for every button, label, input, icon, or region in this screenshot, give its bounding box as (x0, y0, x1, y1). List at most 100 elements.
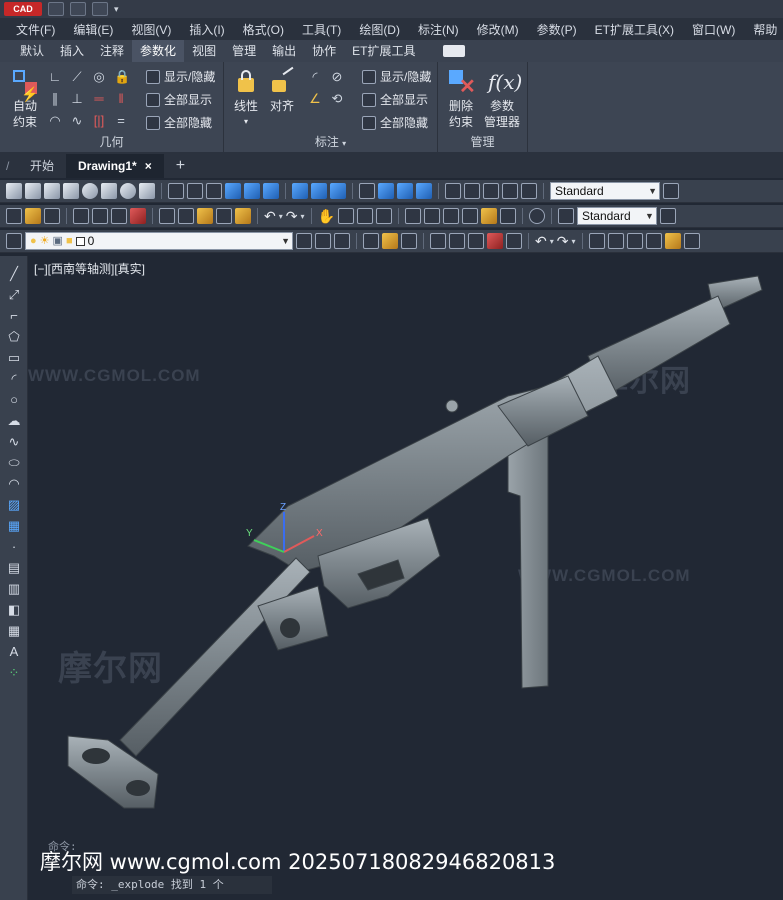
pyramid-icon[interactable] (139, 183, 155, 199)
revision-cloud-icon[interactable]: ☁ (6, 413, 22, 429)
auto-constrain-button[interactable]: ⚡ 自动 约束 (6, 68, 44, 130)
pan-hand-icon[interactable]: ✋ (318, 208, 335, 225)
polar-array-icon[interactable] (206, 183, 222, 199)
menu-help[interactable]: 帮助 (753, 21, 777, 38)
arc-icon[interactable]: ◜ (6, 371, 22, 387)
cocking-handle[interactable] (445, 399, 459, 413)
dimension-panel-title[interactable]: 标注 ▾ (224, 133, 437, 150)
layer-select[interactable]: ● ☀ ▣ ■ 0 ▼ (25, 232, 293, 250)
add-selected-icon[interactable]: ⁘ (6, 665, 22, 681)
open-folder-icon-2[interactable] (382, 233, 398, 249)
polyline-icon[interactable]: ⌐ (6, 308, 22, 324)
paste-icon[interactable] (197, 208, 213, 224)
trim-curve-icon[interactable] (483, 183, 499, 199)
menu-parametric[interactable]: 参数(P) (537, 21, 577, 38)
markup-icon-2[interactable] (664, 233, 681, 249)
tab-parametric[interactable]: 参数化 (132, 40, 185, 62)
print-preview-icon-2[interactable] (449, 233, 465, 249)
tab-view[interactable]: 视图 (184, 40, 224, 62)
spline-icon[interactable]: ∿ (6, 434, 22, 450)
publish-icon[interactable] (111, 208, 127, 224)
point-icon[interactable]: · (6, 539, 22, 555)
construction-line-icon[interactable]: ⤢ (6, 287, 22, 303)
concentric-constraint-icon[interactable]: ◎ (92, 70, 106, 84)
zoom-realtime-icon[interactable] (337, 208, 354, 224)
equal-constraint-icon[interactable]: = (114, 114, 128, 128)
line-icon[interactable]: ╱ (6, 266, 22, 282)
dimension-show-all-button[interactable]: 全部显示 (362, 91, 428, 108)
linear-dimension-button[interactable]: 线性 ▾ (230, 68, 262, 130)
redo-icon-2[interactable]: ↷ (557, 233, 569, 250)
text-style-icon[interactable] (557, 208, 574, 224)
cone-icon[interactable] (63, 183, 79, 199)
layer-previous-icon[interactable] (315, 233, 331, 249)
sphere-icon[interactable] (82, 183, 98, 199)
design-center-icon-2[interactable] (607, 233, 624, 249)
circle-icon[interactable]: ○ (6, 392, 22, 408)
print-preview-icon[interactable] (92, 208, 108, 224)
menu-dimension[interactable]: 标注(N) (418, 21, 459, 38)
app-logo[interactable]: CAD (4, 2, 42, 16)
coincident-constraint-icon[interactable]: ∟ (48, 70, 62, 84)
dimension-panel-expand-icon[interactable]: ▾ (342, 139, 346, 148)
multiline-text-icon[interactable]: A (6, 644, 22, 660)
new-file-icon-2[interactable] (363, 233, 379, 249)
geometry-hide-all-button[interactable]: 全部隐藏 (146, 114, 212, 131)
collinear-constraint-icon[interactable]: ⟋ (70, 70, 84, 84)
match-properties-icon-2[interactable] (506, 233, 522, 249)
calculator-icon-2[interactable] (683, 233, 700, 249)
dimension-show-hide-button[interactable]: 显示/隐藏 (362, 68, 431, 85)
tab-default[interactable]: 默认 (12, 40, 52, 62)
tab-collaborate[interactable]: 协作 (304, 40, 344, 62)
sheet-set-icon[interactable] (461, 208, 478, 224)
layer-manager-icon[interactable] (6, 233, 22, 249)
undo-dropdown-icon[interactable]: ▾ (279, 212, 283, 221)
make-object-layer-current-icon[interactable] (296, 233, 312, 249)
extrude-icon[interactable] (225, 183, 241, 199)
radius-dimension-icon[interactable]: ◜ (308, 70, 322, 84)
publish-icon-2[interactable] (468, 233, 484, 249)
cylinder-icon[interactable] (25, 183, 41, 199)
3d-move-icon[interactable] (378, 183, 394, 199)
sweep-icon[interactable] (263, 183, 279, 199)
redo-dropdown-icon[interactable]: ▾ (300, 212, 304, 221)
help-icon[interactable] (528, 208, 545, 224)
menu-insert[interactable]: 插入(I) (189, 21, 224, 38)
tab-annotate[interactable]: 注释 (92, 40, 132, 62)
close-icon[interactable]: × (145, 154, 152, 178)
new-tab-button[interactable]: + (164, 154, 197, 178)
redo-icon[interactable]: ↷ (286, 208, 298, 225)
open-folder-icon[interactable] (25, 208, 41, 224)
array-icon[interactable] (168, 183, 184, 199)
properties-icon-2[interactable] (588, 233, 605, 249)
aligned-dimension-button[interactable]: 对齐 (266, 66, 298, 114)
quick-access-open-button[interactable] (70, 2, 86, 16)
menu-draw[interactable]: 绘图(D) (359, 21, 400, 38)
markup-icon[interactable] (480, 208, 497, 224)
ellipse-arc-icon[interactable]: ◠ (6, 476, 22, 492)
3d-rotate-icon[interactable] (359, 183, 375, 199)
menu-modify[interactable]: 修改(M) (477, 21, 519, 38)
undo-dropdown-icon-2[interactable]: ▾ (550, 237, 554, 246)
table-icon[interactable]: ▦ (6, 623, 22, 639)
text-style-manager-icon[interactable] (663, 183, 679, 199)
manage-panel-title[interactable]: 管理 (438, 133, 527, 150)
diameter-dimension-icon[interactable]: ⊘ (330, 70, 344, 84)
delete-constraints-button[interactable]: ✕ 删除 约束 (442, 68, 480, 130)
print-icon-2[interactable] (430, 233, 446, 249)
weapon-model-3d[interactable]: Z X Y (28, 256, 783, 900)
path-array-icon[interactable] (187, 183, 203, 199)
subtract-icon[interactable] (311, 183, 327, 199)
menu-express-tools[interactable]: ET扩展工具(X) (595, 21, 674, 38)
match-properties-icon[interactable] (216, 208, 232, 224)
dimension-hide-all-button[interactable]: 全部隐藏 (362, 114, 428, 131)
print-icon[interactable] (73, 208, 89, 224)
ribbon-minimize-button[interactable] (443, 45, 466, 57)
symmetric-constraint-icon[interactable]: [|] (92, 114, 106, 128)
intersect-icon[interactable] (330, 183, 346, 199)
dwf-export-icon-2[interactable] (487, 233, 503, 249)
text-style-select[interactable]: Standard ▼ (550, 182, 660, 200)
polygon-icon[interactable]: ⬠ (6, 329, 22, 345)
undo-icon[interactable]: ↶ (264, 208, 276, 225)
properties-icon[interactable] (404, 208, 421, 224)
